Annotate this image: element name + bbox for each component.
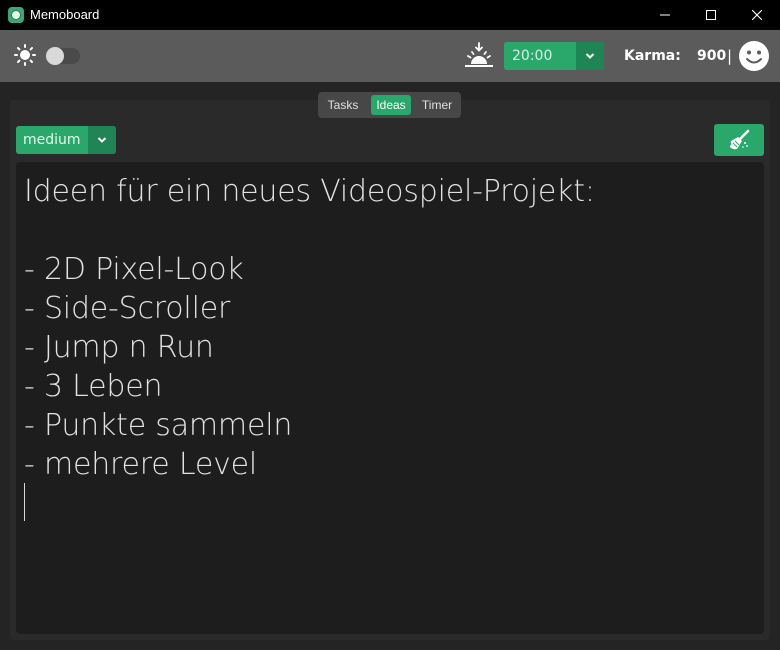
sun-icon	[14, 44, 36, 66]
theme-toggle[interactable]	[46, 47, 80, 65]
minimize-button[interactable]	[642, 0, 688, 30]
clear-button[interactable]	[714, 124, 764, 156]
priority-select[interactable]: medium	[16, 126, 116, 154]
tab-timer[interactable]: Timer	[416, 95, 458, 115]
karma-label: Karma:	[624, 48, 681, 64]
tab-tasks[interactable]: Tasks	[322, 95, 364, 115]
ideas-text: Ideen für ein neues Videospiel-Projekt: …	[24, 174, 595, 482]
toolbar: 20:00 Karma: 900 |	[0, 30, 780, 82]
time-value: 20:00	[512, 48, 553, 64]
close-icon	[752, 10, 762, 20]
maximize-icon	[706, 10, 716, 20]
window-title: Memoboard	[30, 7, 100, 22]
toggle-knob	[46, 47, 64, 65]
chevron-down-icon	[97, 137, 107, 143]
time-select[interactable]: 20:00	[504, 42, 604, 70]
priority-dropdown-button[interactable]	[88, 126, 116, 154]
smiley-icon[interactable]	[738, 40, 770, 72]
ideas-text-area[interactable]: Ideen für ein neues Videospiel-Projekt: …	[16, 162, 764, 634]
tab-ideas[interactable]: Ideas	[371, 95, 411, 115]
text-caret	[24, 483, 25, 521]
minimize-icon	[660, 14, 670, 16]
chevron-down-icon	[585, 53, 595, 59]
close-button[interactable]	[734, 0, 780, 30]
priority-value: medium	[23, 132, 81, 148]
view-tabs: Tasks Ideas Timer	[318, 92, 461, 118]
title-bar: Memoboard	[0, 0, 780, 30]
karma-value: 900	[697, 48, 727, 64]
app-icon	[8, 7, 24, 23]
karma-separator: |	[727, 47, 733, 65]
sunset-icon	[465, 42, 493, 67]
maximize-button[interactable]	[688, 0, 734, 30]
broom-icon	[730, 129, 750, 150]
time-dropdown-button[interactable]	[576, 42, 604, 70]
